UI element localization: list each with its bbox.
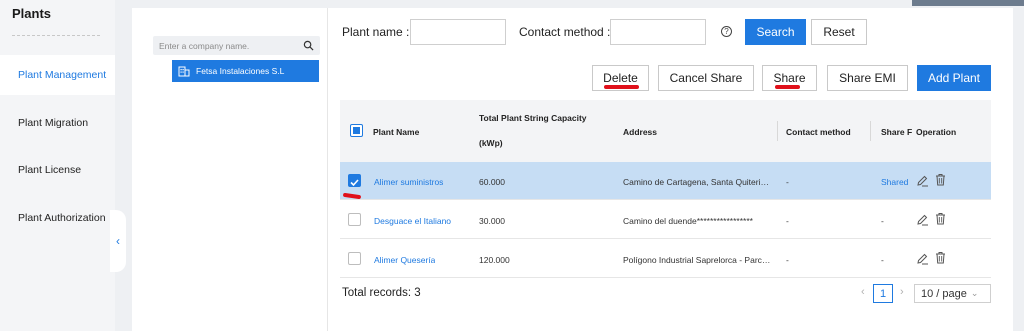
delete-icon[interactable] (934, 173, 947, 186)
avatar (912, 0, 1024, 6)
tree-node-company[interactable]: Fetsa Instalaciones S.L (172, 60, 319, 82)
select-all-checkbox[interactable] (350, 124, 363, 137)
edit-icon[interactable] (916, 213, 929, 226)
contact-method-cell: - (786, 216, 789, 226)
page-size-select[interactable]: 10 / page ⌄ (914, 284, 991, 303)
left-nav: Plants Plant Management Plant Migration … (0, 0, 115, 331)
th-contact-method: Contact method (786, 127, 851, 137)
contact-method-cell: - (786, 255, 789, 265)
total-records: Total records: 3 (342, 287, 421, 299)
column-separator (870, 121, 871, 141)
row-checkbox[interactable] (348, 213, 361, 226)
share-emi-button[interactable]: Share EMI (827, 65, 908, 91)
table-header: Plant Name Total Plant String Capacity (… (340, 100, 991, 162)
th-operation: Operation (916, 127, 957, 137)
page-size-value: 10 / page (921, 287, 967, 300)
plant-name-link[interactable]: Desguace el Italiano (374, 216, 451, 226)
company-search (153, 36, 320, 56)
cancel-share-button[interactable]: Cancel Share (658, 65, 754, 91)
partial-check-mark (353, 127, 360, 134)
contact-method-field (610, 19, 706, 45)
th-plant-name: Plant Name (373, 127, 420, 137)
add-plant-button[interactable]: Add Plant (917, 65, 991, 91)
nav-item-plant-migration[interactable]: Plant Migration (0, 103, 115, 143)
table-row[interactable]: Alimer Quesería 120.000 Polígono Industr… (340, 240, 991, 278)
th-share: Share F (881, 127, 912, 137)
chevron-down-icon: ⌄ (970, 288, 979, 298)
row-checkbox[interactable] (348, 252, 361, 265)
row-checkbox[interactable] (348, 174, 361, 187)
company-search-input[interactable] (153, 36, 293, 56)
page-1-button[interactable]: 1 (873, 284, 893, 303)
tree-node-label: Fetsa Instalaciones S.L (196, 66, 285, 76)
nav-divider (12, 35, 100, 36)
prev-page-button[interactable]: ‹ (861, 286, 865, 298)
annotation-underline-delete (604, 85, 639, 89)
search-icon[interactable] (303, 40, 314, 51)
building-icon (178, 66, 190, 76)
search-button[interactable]: Search (745, 19, 806, 45)
address-cell: Camino del duende***************** (623, 216, 753, 226)
th-capacity: Total Plant String Capacity (479, 113, 587, 123)
capacity-cell: 120.000 (479, 255, 510, 265)
next-page-button[interactable]: › (900, 286, 904, 298)
check-icon (350, 179, 359, 187)
reset-button[interactable]: Reset (811, 19, 867, 45)
plant-name-input[interactable] (411, 20, 505, 44)
main-panel: Plant name : Contact method : ? Search R… (328, 8, 1013, 331)
plant-name-link[interactable]: Alimer suministros (374, 177, 443, 187)
edit-icon[interactable] (916, 174, 929, 187)
company-tree-panel: Fetsa Instalaciones S.L (132, 8, 328, 331)
chevron-left-icon: ‹ (116, 234, 120, 248)
collapse-nav-button[interactable]: ‹ (110, 210, 126, 272)
edit-icon[interactable] (916, 252, 929, 265)
contact-method-input[interactable] (611, 20, 705, 44)
nav-item-plant-license[interactable]: Plant License (0, 150, 115, 190)
delete-icon[interactable] (934, 251, 947, 264)
help-icon[interactable]: ? (721, 26, 732, 37)
address-cell: Camino de Cartagena, Santa Quiteri… (623, 177, 769, 187)
contact-method-cell: - (786, 177, 789, 187)
gutter (115, 0, 132, 331)
plant-name-field (410, 19, 506, 45)
annotation-underline-share (775, 85, 800, 89)
address-cell: Polígono Industrial Saprelorca - Parc… (623, 255, 771, 265)
table-row[interactable]: Desguace el Italiano 30.000 Camino del d… (340, 201, 991, 239)
column-separator (777, 121, 778, 141)
plant-name-link[interactable]: Alimer Quesería (374, 255, 435, 265)
nav-item-plant-authorization[interactable]: Plant Authorization (0, 198, 115, 238)
th-capacity-unit: (kWp) (479, 138, 503, 148)
plant-name-label: Plant name : (342, 25, 410, 39)
share-status-cell: - (881, 255, 884, 265)
capacity-cell: 60.000 (479, 177, 505, 187)
table-row[interactable]: Alimer suministros 60.000 Camino de Cart… (340, 162, 991, 200)
share-status-cell: - (881, 216, 884, 226)
nav-item-plant-management[interactable]: Plant Management (0, 55, 115, 95)
nav-title: Plants (12, 6, 52, 21)
share-status-cell[interactable]: Shared (881, 177, 908, 187)
delete-icon[interactable] (934, 212, 947, 225)
th-address: Address (623, 127, 658, 137)
right-strip (1013, 0, 1024, 331)
contact-method-label: Contact method : (519, 25, 611, 39)
capacity-cell: 30.000 (479, 216, 505, 226)
